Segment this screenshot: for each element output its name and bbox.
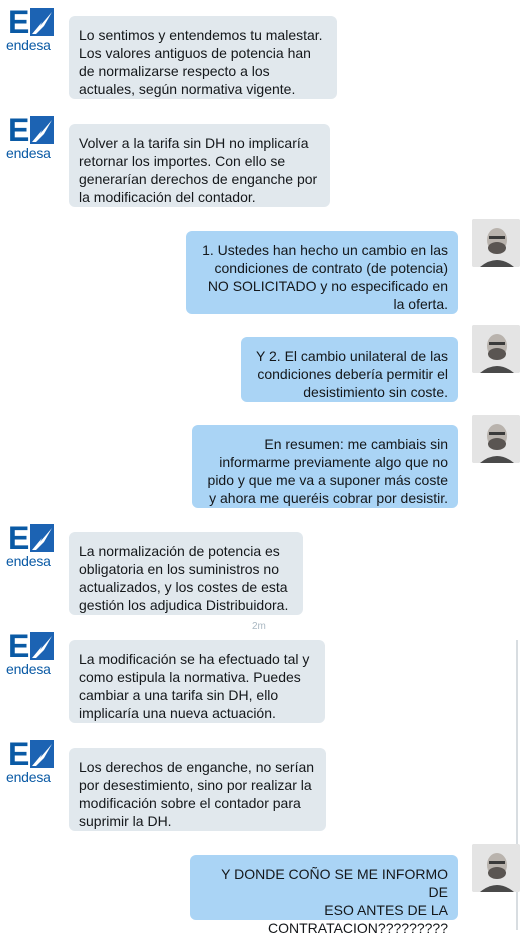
endesa-logo-word: endesa bbox=[6, 769, 51, 785]
endesa-logo-icon bbox=[30, 116, 54, 144]
endesa-logo-icon bbox=[30, 632, 54, 660]
endesa-logo-letter: E bbox=[8, 520, 30, 556]
message-bubble-user: Y DONDE COÑO SE ME INFORMO DE ESO ANTES … bbox=[190, 855, 458, 936]
endesa-avatar: E endesa bbox=[6, 114, 54, 162]
message-bubble-user: En resumen: me cambiais sin informarme p… bbox=[192, 425, 458, 508]
endesa-avatar: E endesa bbox=[6, 738, 54, 786]
user-avatar[interactable] bbox=[472, 219, 520, 267]
message-bubble-endesa: Los derechos de enganche, no serían por … bbox=[69, 748, 326, 831]
endesa-logo-word: endesa bbox=[6, 553, 51, 569]
message-bubble-user: 1. Ustedes han hecho un cambio en las co… bbox=[186, 231, 458, 314]
user-avatar[interactable] bbox=[472, 415, 520, 463]
message-bubble-endesa: Lo sentimos y entendemos tu malestar. Lo… bbox=[69, 16, 337, 99]
message-timestamp: 2m bbox=[252, 621, 266, 632]
endesa-logo-letter: E bbox=[8, 628, 30, 664]
endesa-avatar: E endesa bbox=[6, 630, 54, 678]
message-bubble-endesa: La modificación se ha efectuado tal y co… bbox=[69, 640, 325, 723]
endesa-logo-word: endesa bbox=[6, 145, 51, 161]
message-bubble-endesa: Volver a la tarifa sin DH no implicaría … bbox=[69, 124, 330, 207]
user-photo-icon bbox=[472, 219, 520, 267]
endesa-avatar: E endesa bbox=[6, 6, 54, 54]
user-photo-icon bbox=[472, 415, 520, 463]
user-photo-icon bbox=[472, 325, 520, 373]
endesa-logo-word: endesa bbox=[6, 661, 51, 677]
endesa-logo-word: endesa bbox=[6, 37, 51, 53]
user-photo-icon bbox=[472, 844, 520, 892]
endesa-logo-letter: E bbox=[8, 4, 30, 40]
endesa-logo-letter: E bbox=[8, 736, 30, 772]
endesa-avatar: E endesa bbox=[6, 522, 54, 570]
message-bubble-endesa: La normalización de potencia es obligato… bbox=[69, 532, 303, 615]
endesa-logo-letter: E bbox=[8, 112, 30, 148]
user-avatar[interactable] bbox=[472, 325, 520, 373]
message-bubble-user: Y 2. El cambio unilateral de las condici… bbox=[241, 337, 458, 402]
endesa-logo-icon bbox=[30, 8, 54, 36]
user-avatar[interactable] bbox=[472, 844, 520, 892]
endesa-logo-icon bbox=[30, 740, 54, 768]
endesa-logo-icon bbox=[30, 524, 54, 552]
